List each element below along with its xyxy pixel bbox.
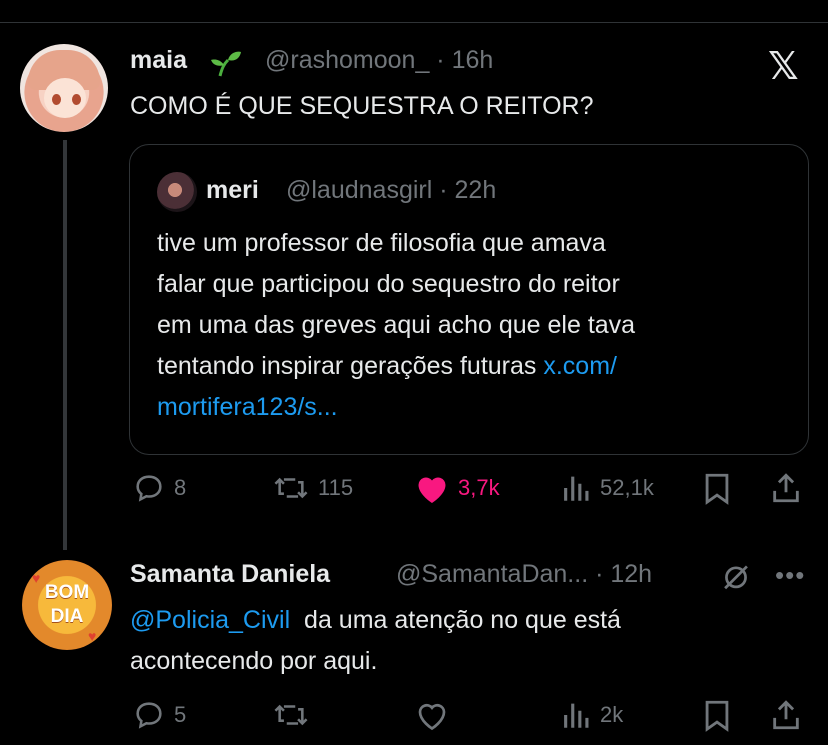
more-options-icon[interactable]: ••• [775, 560, 805, 591]
avatar[interactable] [20, 44, 108, 132]
repost-button[interactable] [272, 698, 310, 732]
repost-icon [274, 477, 308, 499]
reply-count: 5 [174, 702, 187, 727]
quoted-handle-time[interactable]: @laudnasgirl · 22h [286, 176, 496, 205]
heart-filled-icon [418, 477, 446, 503]
tweet-actions-bar: 8 115 3,7k 52,1k [0, 471, 828, 511]
bookmark-button[interactable] [702, 471, 732, 505]
views-button[interactable]: 2k [562, 698, 623, 732]
author-name[interactable]: maia [130, 46, 187, 75]
reply-line: @Policia_Civil da uma atenção no que est… [130, 600, 621, 641]
reply-count: 8 [174, 475, 187, 500]
reply-author-name[interactable]: Samanta Daniela [130, 560, 330, 589]
repost-icon [274, 704, 308, 726]
quoted-author-name[interactable]: meri [206, 176, 259, 205]
author-handle-time[interactable]: @rashomoon_ · 16h [265, 46, 493, 75]
repost-count: 115 [318, 475, 354, 500]
seedling-icon [211, 51, 241, 77]
heart-icon [418, 703, 446, 731]
reply-actions-bar: 5 2k [0, 698, 828, 738]
quoted-line: tentando inspirar gerações futuras x.com… [157, 346, 635, 387]
avatar-eye [52, 94, 61, 105]
analytics-icon [564, 476, 589, 501]
quoted-avatar[interactable] [157, 172, 197, 212]
like-button[interactable] [414, 698, 450, 732]
reply-button[interactable]: 8 [132, 471, 186, 505]
quoted-line: tive um professor de filosofia que amava [157, 229, 606, 257]
views-button[interactable]: 52,1k [562, 471, 654, 505]
quoted-line-text: tentando inspirar gerações futuras [157, 352, 544, 380]
share-button[interactable] [770, 698, 802, 732]
reply-icon [136, 702, 162, 729]
views-count: 52,1k [600, 475, 654, 500]
like-button[interactable]: 3,7k [414, 471, 500, 505]
analytics-icon [564, 703, 589, 728]
quoted-text: tive um professor de filosofia que amava… [157, 223, 635, 428]
reply-line: acontecendo por aqui. [130, 647, 378, 675]
bookmark-icon [705, 473, 729, 505]
tweet-text: COMO É QUE SEQUESTRA O REITOR? [130, 92, 594, 120]
reply-avatar[interactable]: BOM DIA ♥ ♥ [22, 560, 112, 650]
avatar-text: DIA [50, 606, 84, 627]
like-count: 3,7k [458, 475, 500, 500]
reply-icon [136, 475, 162, 502]
share-icon [773, 700, 799, 730]
x-logo-icon[interactable]: 𝕏 [768, 44, 799, 88]
muted-conversation-icon[interactable] [719, 561, 753, 591]
top-divider [0, 0, 828, 23]
quoted-line: falar que participou do sequestro do rei… [157, 270, 620, 298]
reply-button[interactable]: 5 [132, 698, 186, 732]
reply-handle-time[interactable]: @SamantaDan... · 12h [396, 560, 652, 589]
heart-decoration-icon: ♥ [32, 570, 41, 586]
share-button[interactable] [770, 471, 802, 505]
share-icon [773, 473, 799, 503]
quoted-link[interactable]: x.com/ [543, 352, 617, 380]
views-count: 2k [600, 702, 624, 727]
repost-button[interactable]: 115 [272, 471, 353, 505]
mention-link[interactable]: @Policia_Civil [130, 606, 290, 634]
heart-decoration-icon: ♥ [88, 628, 97, 644]
quoted-line: em uma das greves aqui acho que ele tava [157, 311, 636, 339]
reply-line-text: da uma atenção no que está [290, 606, 621, 634]
reply-text: @Policia_Civil da uma atenção no que est… [130, 600, 621, 682]
bookmark-button[interactable] [702, 698, 732, 732]
bookmark-icon [705, 700, 729, 732]
avatar-eye [72, 94, 81, 105]
quoted-link-continued[interactable]: mortifera123/s... [157, 387, 635, 428]
